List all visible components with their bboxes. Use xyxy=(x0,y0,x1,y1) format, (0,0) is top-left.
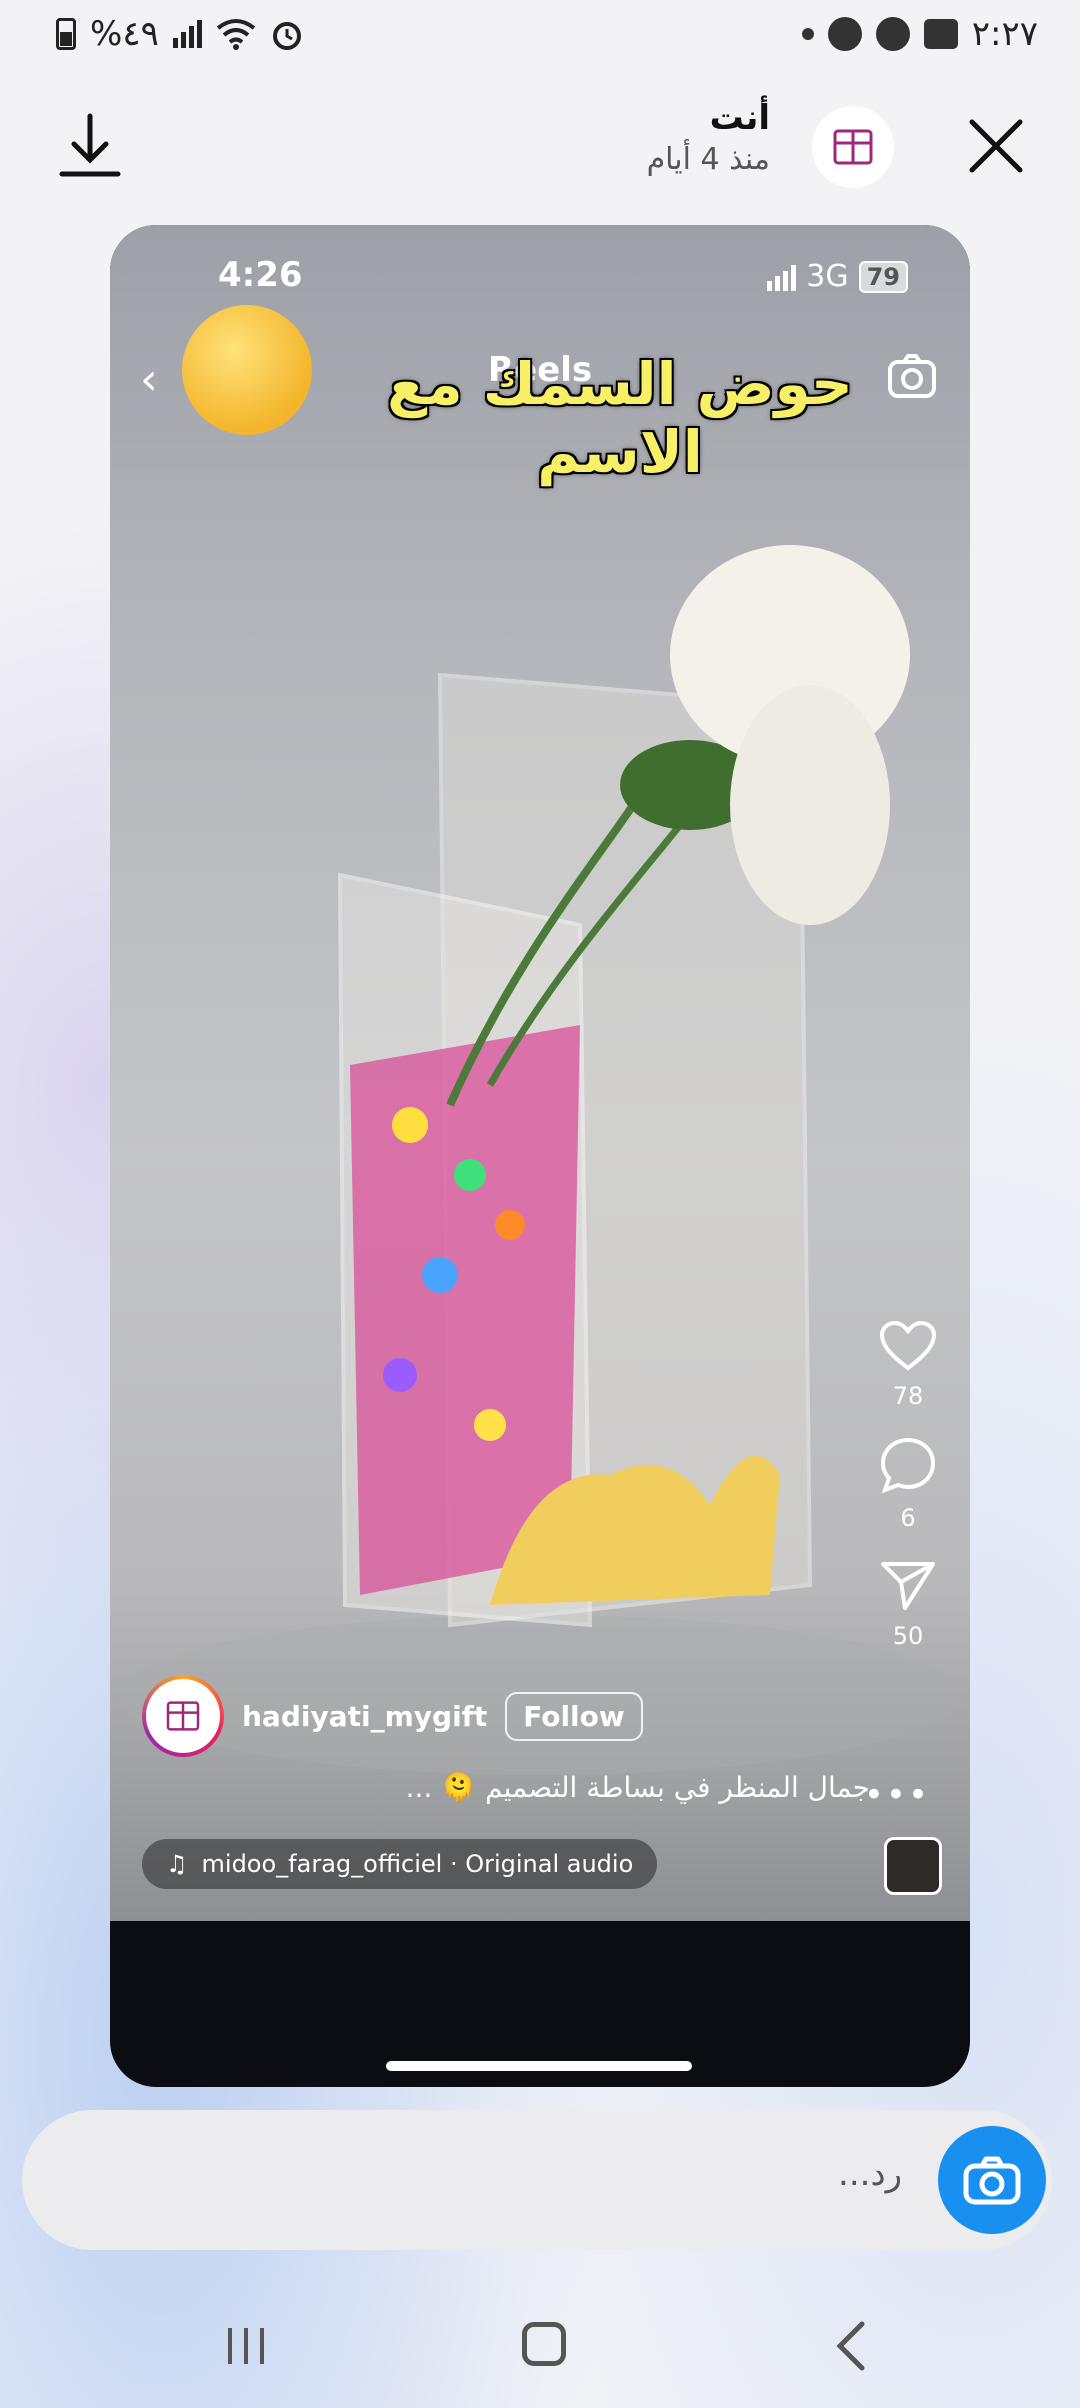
status-right: ٢:٢٧ xyxy=(801,14,1038,54)
send-icon[interactable] xyxy=(879,1558,937,1612)
reel-caption-text: جمال المنظر في بساطة التصميم 🫠 ... xyxy=(405,1771,870,1804)
system-nav-bar xyxy=(0,2300,1080,2400)
reel-owner-username[interactable]: hadiyati_mygift xyxy=(242,1700,487,1733)
story-timestamp: منذ 4 أيام xyxy=(646,142,770,177)
reel-owner-avatar-inner xyxy=(146,1679,220,1753)
story-header: أنت منذ 4 أيام xyxy=(0,96,1080,196)
reel-overlay-title: حوض السمك مع الاسم xyxy=(387,350,853,486)
back-icon[interactable] xyxy=(832,2320,872,2372)
reply-camera-button[interactable] xyxy=(938,2126,1046,2234)
like-count: 78 xyxy=(892,1382,924,1410)
share-count: 50 xyxy=(892,1622,924,1650)
story-owner-name: أنت xyxy=(709,98,770,138)
reel-inner-status-right: 3G 79 xyxy=(767,259,908,294)
reel-caption[interactable]: جمال المنظر في بساطة التصميم 🫠 ... xyxy=(140,1771,870,1804)
comment-count: 6 xyxy=(900,1504,916,1532)
camera-icon xyxy=(963,2156,1021,2205)
recents-icon[interactable] xyxy=(224,2324,268,2368)
reel-inner-status-bar: 4:26 3G 79 xyxy=(110,255,970,305)
reel-owner-row: hadiyati_mygift Follow xyxy=(142,1675,643,1757)
clock: ٢:٢٧ xyxy=(971,14,1038,54)
status-bar: %٤٩ ٢:٢٧ xyxy=(0,0,1080,72)
reel-owner-avatar[interactable] xyxy=(142,1675,224,1757)
wifi-icon xyxy=(216,19,256,50)
reel-actions: 78 6 50 xyxy=(868,1320,948,1676)
heart-eyes-emoji-icon xyxy=(182,305,312,435)
audio-pill[interactable]: ♫ midoo_farag_officiel · Original audio xyxy=(142,1839,658,1889)
battery-percent: %٤٩ xyxy=(90,14,159,54)
reel-network: 3G xyxy=(806,259,849,294)
snapchat-icon xyxy=(827,17,862,51)
messenger-icon xyxy=(875,17,910,51)
avatar[interactable] xyxy=(812,106,894,188)
alarm-icon xyxy=(272,22,301,50)
gallery-icon xyxy=(923,19,958,49)
like-action[interactable]: 78 xyxy=(868,1320,948,1410)
battery-icon xyxy=(56,18,76,50)
audio-thumbnail[interactable] xyxy=(884,1837,942,1895)
reel-signal-icon xyxy=(767,263,797,291)
gift-logo-icon xyxy=(833,129,873,165)
share-action[interactable]: 50 xyxy=(868,1558,948,1650)
story-title-block: أنت منذ 4 أيام xyxy=(647,98,770,177)
status-left: %٤٩ xyxy=(56,14,304,54)
reel-home-indicator xyxy=(386,2061,692,2071)
gift-logo-icon xyxy=(166,1701,200,1731)
shared-reel-card[interactable]: 4:26 3G 79 ‹ Reels حوض السمك مع الاسم 78… xyxy=(110,225,970,2087)
close-icon[interactable] xyxy=(960,110,1032,182)
heart-icon[interactable] xyxy=(879,1320,937,1372)
reel-inner-time: 4:26 xyxy=(218,255,303,295)
reply-bar: رد... xyxy=(22,2110,1052,2250)
signal-icon xyxy=(172,20,202,48)
reply-input[interactable]: رد... xyxy=(838,2154,902,2194)
notification-dot-icon xyxy=(801,28,814,40)
audio-label: midoo_farag_officiel · Original audio xyxy=(201,1850,634,1878)
follow-button[interactable]: Follow xyxy=(505,1691,643,1741)
download-icon[interactable] xyxy=(52,108,128,184)
music-note-icon: ♫ xyxy=(166,1850,188,1878)
home-icon[interactable] xyxy=(522,2322,566,2366)
comment-icon[interactable] xyxy=(879,1436,937,1494)
more-options-icon[interactable]: ••• xyxy=(864,1775,930,1815)
comment-action[interactable]: 6 xyxy=(868,1436,948,1532)
reel-battery: 79 xyxy=(858,260,908,293)
